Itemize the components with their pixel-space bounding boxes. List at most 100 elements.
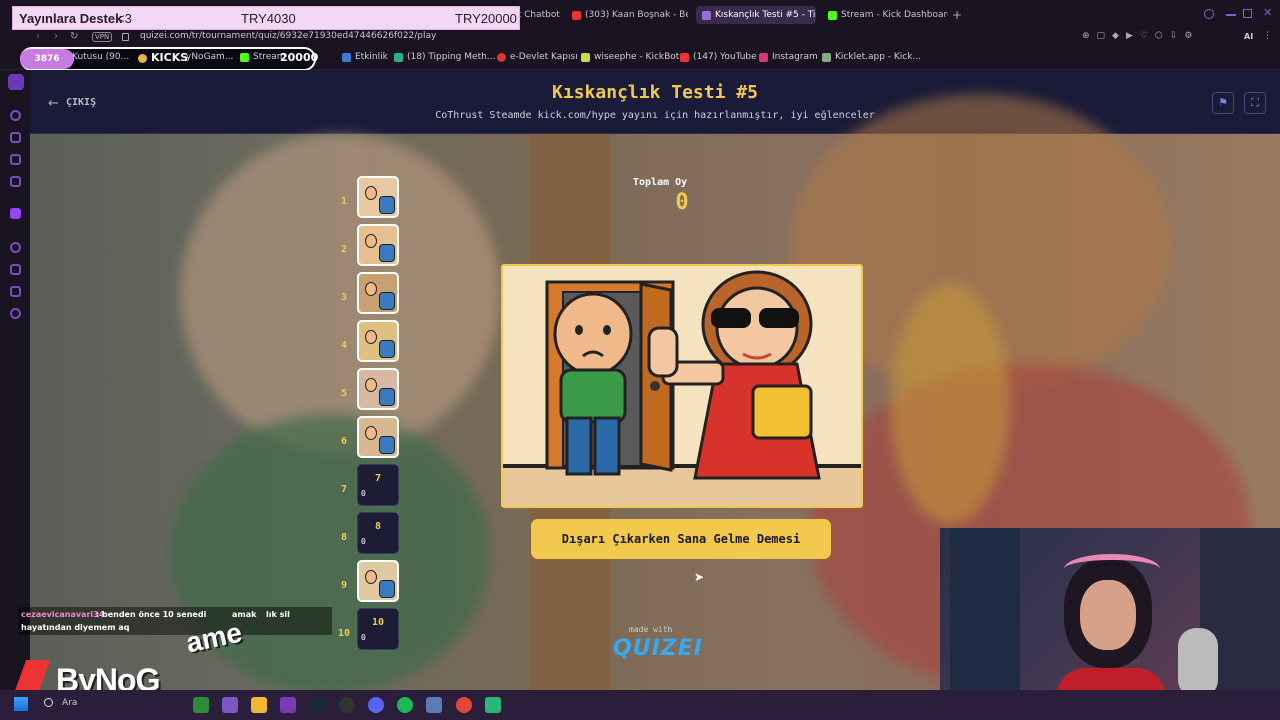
bookmark-edevlet[interactable]: e-Devlet Kapısı bbox=[497, 52, 578, 62]
twitch-icon[interactable] bbox=[10, 208, 21, 219]
thumbnail-figure bbox=[365, 570, 377, 584]
tab-quiz-active[interactable]: Kıskançlık Testi #5 - Tier bbox=[696, 6, 816, 24]
thumbnail-figure bbox=[365, 234, 377, 248]
option-number: 2 bbox=[340, 244, 348, 255]
thumbnail-vote-count: 0 bbox=[361, 489, 366, 498]
sidebar-icon-4[interactable] bbox=[10, 176, 21, 187]
sidebar-icon-2[interactable] bbox=[10, 132, 21, 143]
xbox-icon[interactable] bbox=[193, 697, 209, 713]
thumbnail-figure bbox=[379, 580, 395, 598]
sidebar-icon-3[interactable] bbox=[10, 154, 21, 165]
windows-start-icon[interactable] bbox=[14, 697, 28, 711]
option-number: 5 bbox=[340, 388, 348, 399]
bookmark-bynogame[interactable]: yNoGam... bbox=[186, 52, 233, 62]
sidebar-icon-1[interactable] bbox=[10, 110, 21, 121]
kickbot-icon bbox=[581, 52, 590, 62]
ai-button[interactable]: AI bbox=[1244, 32, 1253, 41]
close-icon[interactable]: ✕ bbox=[1263, 6, 1272, 19]
reload-icon[interactable]: ↻ bbox=[70, 31, 78, 42]
bookmark-etkinlik[interactable]: Etkinlik bbox=[342, 52, 388, 62]
quizei-icon bbox=[702, 10, 711, 20]
tab-label: k Chatbot bbox=[516, 10, 560, 20]
forward-arrow-icon[interactable]: › bbox=[54, 31, 58, 42]
streamlabs-icon[interactable] bbox=[485, 697, 501, 713]
option-number: 7 bbox=[340, 484, 348, 495]
thumbnail-figure bbox=[365, 378, 377, 392]
option-thumbnail[interactable] bbox=[357, 416, 399, 458]
card-illustration bbox=[503, 270, 861, 506]
tab-youtube[interactable]: (303) Kaan Boşnak - Beni bbox=[572, 6, 688, 24]
chat-message-line2: hayatından diyemem aq bbox=[21, 623, 130, 632]
tab-chatbot[interactable]: k Chatbot bbox=[516, 6, 560, 24]
option-thumbnail[interactable]: 70 bbox=[357, 464, 399, 506]
option-thumbnail[interactable] bbox=[357, 272, 399, 314]
bookmark-instagram[interactable]: Instagram bbox=[759, 52, 818, 62]
option-number: 4 bbox=[340, 340, 348, 351]
vpn-badge[interactable]: VPN bbox=[92, 32, 113, 42]
chrome-icon[interactable] bbox=[456, 697, 472, 713]
copilot-icon[interactable] bbox=[222, 697, 238, 713]
discord-icon[interactable] bbox=[368, 697, 384, 713]
kick-icon bbox=[240, 52, 249, 62]
option-thumbnail[interactable] bbox=[357, 560, 399, 602]
file-explorer-icon[interactable] bbox=[251, 697, 267, 713]
minimize-icon[interactable] bbox=[1226, 14, 1236, 16]
thumbnail-vote-count: 0 bbox=[361, 537, 366, 546]
thumbnail-figure bbox=[379, 244, 395, 262]
url-field[interactable]: quizei.com/tr/tournament/quiz/6932e71930… bbox=[140, 31, 436, 41]
more-menu-icon[interactable]: ⋮ bbox=[1263, 31, 1272, 41]
gaming-icon[interactable] bbox=[8, 74, 24, 90]
option-number: 9 bbox=[340, 580, 348, 591]
option-thumbnail[interactable]: 10 0 bbox=[357, 608, 399, 650]
thumbnail-figure bbox=[379, 292, 395, 310]
search-icon[interactable] bbox=[44, 698, 53, 707]
quizei-logo[interactable]: QUIZEI bbox=[613, 636, 703, 661]
tab-kick-dashboard[interactable]: Stream - Kick Dashboard bbox=[828, 6, 948, 24]
chat-message: : benden önce 10 senedi bbox=[96, 610, 207, 619]
option-number: 8 bbox=[340, 532, 348, 543]
opera-gx-icon[interactable] bbox=[280, 697, 296, 713]
option-thumbnail[interactable] bbox=[357, 320, 399, 362]
thumbnail-figure bbox=[365, 330, 377, 344]
option-thumbnail[interactable] bbox=[357, 368, 399, 410]
question-card-image[interactable] bbox=[501, 264, 863, 508]
option-caption-button[interactable]: Dışarı Çıkarken Sana Gelme Demesi bbox=[531, 519, 831, 559]
thumbnail-number: 8 bbox=[374, 521, 382, 532]
lock-icon bbox=[122, 33, 129, 41]
kicks-coin-icon bbox=[138, 54, 147, 63]
kicks-label: KICKS bbox=[151, 51, 189, 64]
mouse-cursor: ➤ bbox=[694, 570, 705, 584]
option-thumbnail[interactable]: 80 bbox=[357, 512, 399, 554]
sidebar-icon-7[interactable] bbox=[10, 286, 21, 297]
app-icon[interactable] bbox=[426, 697, 442, 713]
fullscreen-button[interactable]: ⛶ bbox=[1244, 92, 1266, 114]
spotify-icon[interactable] bbox=[397, 697, 413, 713]
bookmark-youtube[interactable]: (147) YouTube bbox=[680, 52, 757, 62]
steam-icon[interactable] bbox=[309, 697, 325, 713]
bookmark-kutusu[interactable]: Kutusu (90... bbox=[72, 52, 129, 62]
maximize-icon[interactable] bbox=[1243, 9, 1252, 18]
bookmark-tipping[interactable]: (18) Tipping Meth... bbox=[394, 52, 495, 62]
sidebar-icon-5[interactable] bbox=[10, 242, 21, 253]
donation-title: Yayınlara Destek bbox=[19, 10, 123, 26]
option-thumbnail[interactable] bbox=[357, 224, 399, 266]
total-votes-label: Toplam Oy bbox=[633, 177, 688, 188]
report-flag-button[interactable]: ⚑ bbox=[1212, 92, 1234, 114]
bookmark-kickbot[interactable]: wiseephe - KickBot bbox=[581, 52, 679, 62]
bookmark-kicklet[interactable]: Kicklet.app - Kick... bbox=[822, 52, 921, 62]
search-icon[interactable] bbox=[1204, 9, 1214, 19]
bookmark-stream[interactable]: Stream bbox=[240, 52, 286, 62]
obs-icon[interactable] bbox=[339, 697, 355, 713]
thumbnail-figure bbox=[365, 282, 377, 296]
back-arrow-icon[interactable]: ‹ bbox=[36, 31, 40, 42]
new-tab-button[interactable]: + bbox=[952, 8, 962, 22]
settings-icon[interactable] bbox=[10, 308, 21, 319]
donation-overlay: Yayınlara Destek <3 TRY4030 TRY20000 bbox=[12, 6, 520, 30]
total-votes-value: 0 bbox=[675, 190, 689, 215]
edevlet-icon bbox=[497, 52, 506, 62]
extension-icons[interactable]: ⊕▢◆▶♡⬡⇩⚙ bbox=[1082, 31, 1199, 41]
taskbar-search[interactable]: Ara bbox=[62, 698, 77, 708]
donation-amount-2: TRY20000 bbox=[455, 10, 517, 26]
sidebar-icon-6[interactable] bbox=[10, 264, 21, 275]
thumbnail-figure bbox=[379, 340, 395, 358]
